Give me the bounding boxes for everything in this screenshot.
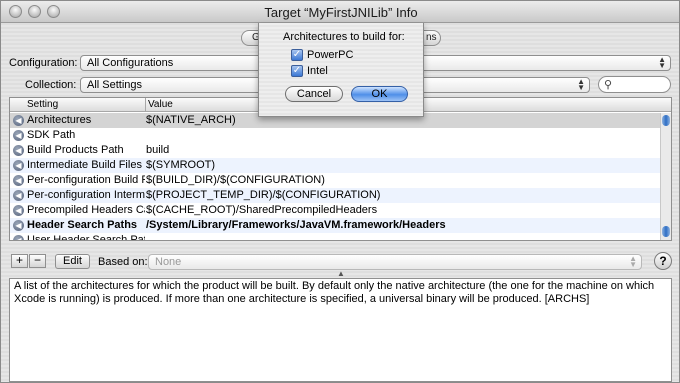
- table-row[interactable]: ◀ SDK Path: [10, 128, 662, 143]
- setting-name: SDK Path: [27, 129, 76, 141]
- title-bar: Target “MyFirstJNILib” Info: [1, 1, 679, 23]
- setting-name: Header Search Paths: [27, 219, 138, 231]
- setting-icon: ◀: [13, 220, 24, 231]
- scrollbar-thumb-top[interactable]: [662, 115, 670, 126]
- based-on-label: Based on:: [98, 256, 148, 268]
- table-row[interactable]: ◀ Header Search Paths /System/Library/Fr…: [10, 218, 662, 233]
- table-row[interactable]: ◀ Intermediate Build Files Pa $(SYMROOT): [10, 158, 662, 173]
- setting-value: $(PROJECT_TEMP_DIR)/$(CONFIGURATION): [146, 189, 381, 201]
- search-field[interactable]: ⚲: [598, 76, 671, 93]
- setting-icon: ◀: [13, 115, 24, 126]
- setting-icon: ◀: [13, 235, 24, 240]
- table-row[interactable]: ◀ Per-configuration Build Pr $(BUILD_DIR…: [10, 173, 662, 188]
- split-handle-icon[interactable]: ▲: [337, 269, 345, 278]
- ok-button[interactable]: OK: [351, 86, 408, 102]
- settings-table: Setting Value ◀ Architectures $(NATIVE_A…: [9, 97, 672, 241]
- powerpc-label[interactable]: PowerPC: [307, 49, 353, 61]
- table-row[interactable]: ◀ Build Products Path build: [10, 143, 662, 158]
- scrollbar-thumb-bottom[interactable]: [662, 226, 670, 237]
- intel-label[interactable]: Intel: [307, 65, 328, 77]
- help-button[interactable]: ?: [654, 252, 672, 270]
- table-row[interactable]: ◀ Per-configuration Interme $(PROJECT_TE…: [10, 188, 662, 203]
- table-scrollbar[interactable]: [660, 113, 671, 240]
- setting-icon: ◀: [13, 130, 24, 141]
- table-row[interactable]: ◀ User Header Search Paths: [10, 233, 662, 241]
- architectures-sheet: Architectures to build for: ✓ PowerPC ✓ …: [258, 23, 424, 117]
- setting-icon: ◀: [13, 205, 24, 216]
- add-setting-button[interactable]: +: [11, 254, 28, 268]
- setting-icon: ◀: [13, 190, 24, 201]
- search-icon: ⚲: [604, 79, 613, 91]
- popup-arrows-icon: ▲ ▼: [658, 55, 666, 70]
- setting-name: User Header Search Paths: [27, 234, 145, 241]
- column-header-value[interactable]: Value: [148, 99, 173, 110]
- setting-value: /System/Library/Frameworks/JavaVM.framew…: [146, 219, 446, 231]
- setting-name: Per-configuration Interme: [27, 189, 145, 201]
- column-divider[interactable]: [145, 98, 146, 112]
- cancel-button[interactable]: Cancel: [285, 86, 343, 102]
- window-title: Target “MyFirstJNILib” Info: [264, 5, 418, 20]
- setting-value: $(BUILD_DIR)/$(CONFIGURATION): [146, 174, 325, 186]
- popup-arrows-icon: ▲ ▼: [629, 254, 637, 269]
- setting-icon: ◀: [13, 175, 24, 186]
- setting-name: Architectures: [27, 114, 92, 126]
- sheet-title: Architectures to build for:: [283, 31, 405, 43]
- setting-value: $(NATIVE_ARCH): [146, 114, 236, 126]
- popup-arrows-icon: ▲ ▼: [577, 77, 585, 92]
- remove-setting-button[interactable]: −: [29, 254, 46, 268]
- setting-icon: ◀: [13, 145, 24, 156]
- configuration-label: Configuration:: [9, 57, 78, 69]
- setting-name: Intermediate Build Files Pa: [27, 159, 145, 171]
- based-on-value: None: [155, 256, 182, 268]
- intel-checkbox[interactable]: ✓: [291, 65, 303, 77]
- setting-value: $(CACHE_ROOT)/SharedPrecompiledHeaders: [146, 204, 378, 216]
- tab-options[interactable]: ns: [426, 32, 437, 43]
- powerpc-checkbox[interactable]: ✓: [291, 49, 303, 61]
- setting-name: Precompiled Headers Cach: [27, 204, 145, 216]
- configuration-value: All Configurations: [87, 57, 174, 69]
- description-text: A list of the architectures for which th…: [9, 278, 672, 382]
- setting-value: $(SYMROOT): [146, 159, 216, 171]
- setting-name: Per-configuration Build Pr: [27, 174, 145, 186]
- collection-value: All Settings: [87, 79, 143, 91]
- setting-value: build: [146, 144, 170, 156]
- edit-button[interactable]: Edit: [55, 254, 90, 269]
- table-row[interactable]: ◀ Precompiled Headers Cach $(CACHE_ROOT)…: [10, 203, 662, 218]
- column-header-setting[interactable]: Setting: [27, 99, 58, 110]
- setting-name: Build Products Path: [27, 144, 124, 156]
- based-on-popup[interactable]: None ▲ ▼: [148, 254, 642, 270]
- info-window: Target “MyFirstJNILib” Info Gen ns Confi…: [0, 0, 680, 383]
- collection-label: Collection:: [25, 79, 77, 91]
- setting-icon: ◀: [13, 160, 24, 171]
